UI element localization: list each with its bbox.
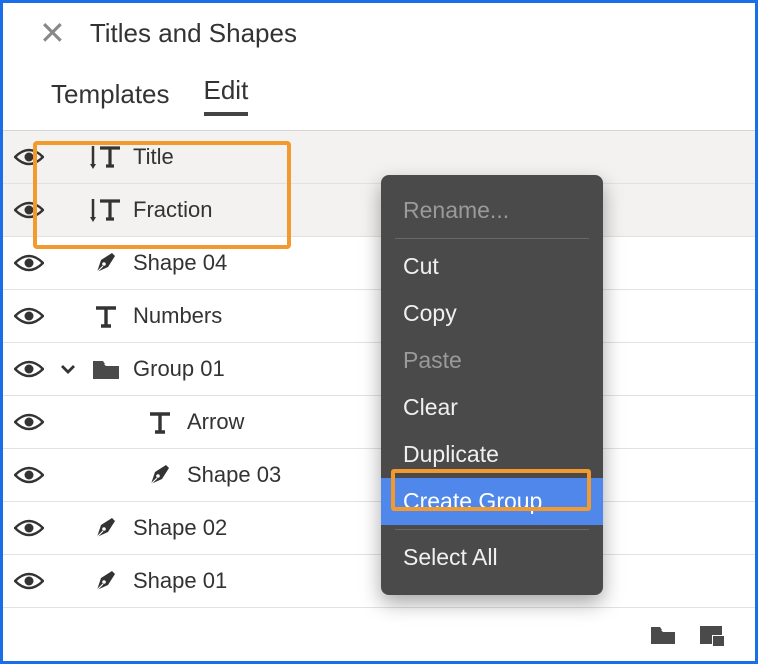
new-folder-icon[interactable]	[649, 624, 677, 646]
tabbar: Templates Edit	[3, 57, 755, 116]
pen-icon	[135, 460, 185, 490]
layer-label: Shape 01	[131, 568, 227, 594]
pen-icon	[81, 513, 131, 543]
roll-text-icon	[81, 142, 131, 172]
ctx-separator	[395, 238, 589, 239]
tab-templates[interactable]: Templates	[51, 79, 170, 116]
visibility-icon[interactable]	[3, 412, 55, 432]
close-icon[interactable]: ✕	[39, 17, 66, 49]
visibility-icon[interactable]	[3, 147, 55, 167]
roll-text-icon	[81, 195, 131, 225]
visibility-icon[interactable]	[3, 200, 55, 220]
layer-row-numbers[interactable]: Numbers	[3, 290, 755, 343]
ctx-rename: Rename...	[381, 187, 603, 234]
ctx-select-all[interactable]: Select All	[381, 534, 603, 581]
ctx-create-group[interactable]: Create Group	[381, 478, 603, 525]
visibility-icon[interactable]	[3, 359, 55, 379]
layer-row-arrow[interactable]: Arrow	[3, 396, 755, 449]
ctx-paste: Paste	[381, 337, 603, 384]
layer-row-group01[interactable]: Group 01	[3, 343, 755, 396]
panel-title: Titles and Shapes	[90, 18, 297, 49]
visibility-icon[interactable]	[3, 465, 55, 485]
layer-label: Shape 02	[131, 515, 227, 541]
visibility-icon[interactable]	[3, 253, 55, 273]
footer-icons	[649, 623, 725, 647]
ctx-copy[interactable]: Copy	[381, 290, 603, 337]
titles-and-shapes-panel: ✕ Titles and Shapes Templates Edit Title	[0, 0, 758, 664]
ctx-separator	[395, 529, 589, 530]
layer-label: Title	[131, 144, 174, 170]
text-icon	[135, 408, 185, 436]
layer-row-shape04[interactable]: Shape 04	[3, 237, 755, 290]
ctx-cut[interactable]: Cut	[381, 243, 603, 290]
visibility-icon[interactable]	[3, 306, 55, 326]
layer-label: Numbers	[131, 303, 222, 329]
context-menu: Rename... Cut Copy Paste Clear Duplicate…	[381, 175, 603, 595]
layer-label: Shape 03	[185, 462, 281, 488]
layer-row-fraction[interactable]: Fraction	[3, 184, 755, 237]
layer-list: Title Fraction	[3, 130, 755, 608]
new-item-icon[interactable]	[699, 623, 725, 647]
layer-label: Group 01	[131, 356, 225, 382]
ctx-duplicate[interactable]: Duplicate	[381, 431, 603, 478]
visibility-icon[interactable]	[3, 571, 55, 591]
pen-icon	[81, 566, 131, 596]
text-icon	[81, 302, 131, 330]
layer-row-shape01[interactable]: Shape 01	[3, 555, 755, 608]
panel-header: ✕ Titles and Shapes	[3, 3, 755, 57]
layer-label: Shape 04	[131, 250, 227, 276]
visibility-icon[interactable]	[3, 518, 55, 538]
layer-row-shape02[interactable]: Shape 02	[3, 502, 755, 555]
tab-edit[interactable]: Edit	[204, 75, 249, 116]
pen-icon	[81, 248, 131, 278]
layer-row-shape03[interactable]: Shape 03	[3, 449, 755, 502]
layer-label: Arrow	[185, 409, 244, 435]
chevron-down-icon[interactable]	[55, 360, 81, 378]
ctx-clear[interactable]: Clear	[381, 384, 603, 431]
layer-row-title[interactable]: Title	[3, 131, 755, 184]
layer-label: Fraction	[131, 197, 212, 223]
folder-icon	[81, 357, 131, 381]
